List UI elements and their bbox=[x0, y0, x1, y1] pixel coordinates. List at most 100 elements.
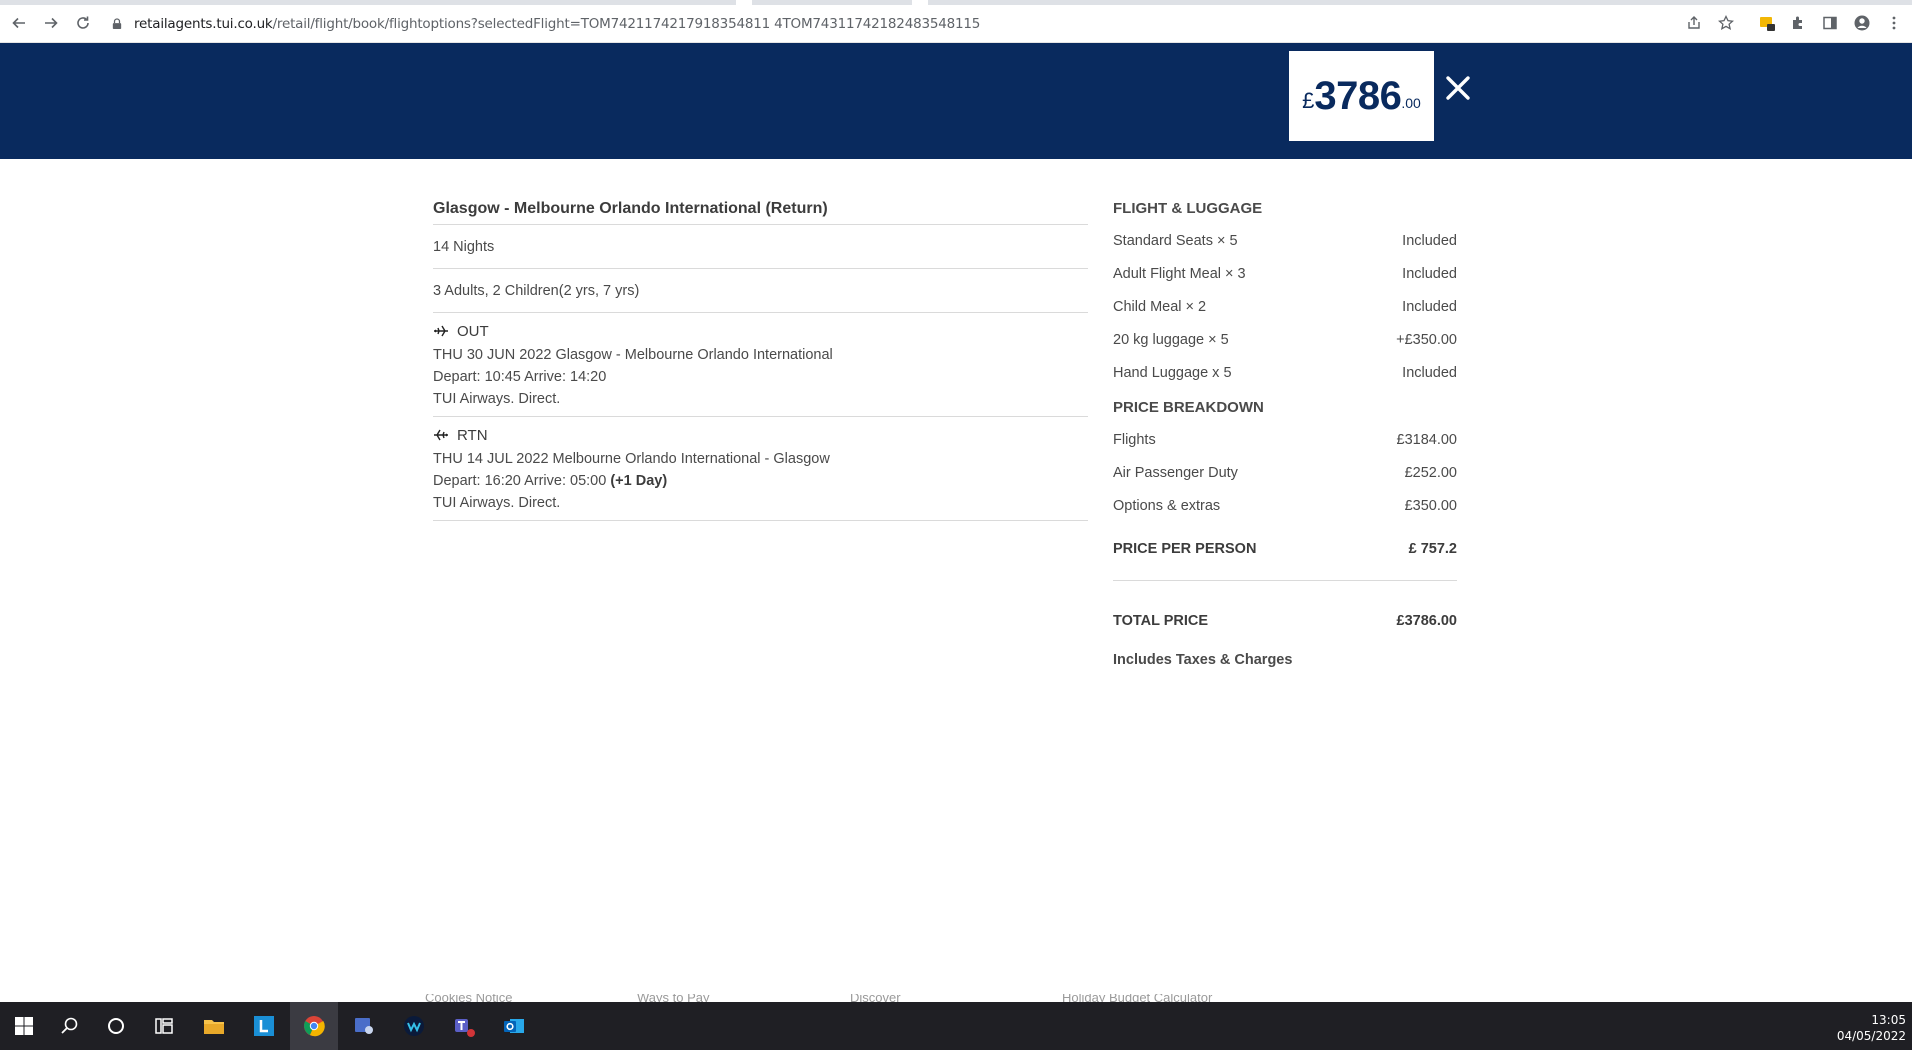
menu-button[interactable] bbox=[1883, 12, 1905, 34]
fl-item: Adult Flight Meal × 3 Included bbox=[1113, 258, 1457, 291]
fl-item: Child Meal × 2 Included bbox=[1113, 291, 1457, 324]
search-icon bbox=[61, 1017, 78, 1034]
close-button[interactable] bbox=[1443, 73, 1473, 103]
l-app-button[interactable] bbox=[240, 1002, 288, 1050]
flight-luggage-heading: FLIGHT & LUGGAGE bbox=[1113, 200, 1263, 217]
price-per-person: PRICE PER PERSON £ 757.2 bbox=[1113, 533, 1457, 566]
clock-time: 13:05 bbox=[1871, 1013, 1906, 1027]
pb-item-label: Flights bbox=[1113, 432, 1156, 448]
price-main: 3786 bbox=[1314, 73, 1402, 118]
out-route: THU 30 JUN 2022 Glasgow - Melbourne Orla… bbox=[433, 347, 833, 363]
task-view-button[interactable] bbox=[140, 1002, 188, 1050]
price-panel: FLIGHT & LUGGAGE Standard Seats × 5 Inclu… bbox=[1113, 193, 1457, 680]
extension-button[interactable] bbox=[1756, 12, 1778, 34]
fl-item-label: Child Meal × 2 bbox=[1113, 299, 1207, 315]
booking-summary: Glasgow - Melbourne Orlando Internationa… bbox=[433, 193, 1088, 521]
side-panel-button[interactable] bbox=[1819, 12, 1841, 34]
address-bar[interactable]: retailagents.tui.co.uk/retail/flight/boo… bbox=[112, 14, 980, 34]
bookmark-button[interactable] bbox=[1715, 12, 1737, 34]
rtn-label: RTN bbox=[457, 426, 488, 444]
fl-item-label: 20 kg luggage × 5 bbox=[1113, 332, 1229, 348]
pb-item-value: £252.00 bbox=[1404, 465, 1457, 481]
app-icon bbox=[355, 1018, 373, 1034]
next-day-badge: (+1 Day) bbox=[610, 473, 668, 489]
pb-item-label: Air Passenger Duty bbox=[1113, 465, 1238, 481]
fl-item-value: Included bbox=[1402, 266, 1457, 282]
out-carrier: TUI Airways. Direct. bbox=[433, 391, 561, 407]
rtn-times-text: Depart: 16:20 Arrive: 05:00 bbox=[433, 473, 607, 489]
nights: 14 Nights bbox=[433, 225, 1088, 269]
system-clock[interactable]: 13:05 04/05/2022 bbox=[1837, 1012, 1906, 1044]
l-app-icon bbox=[254, 1016, 274, 1036]
chrome-button[interactable] bbox=[290, 1002, 338, 1050]
app-button[interactable] bbox=[340, 1002, 388, 1050]
extension-badge-icon bbox=[1760, 17, 1775, 31]
avatar-icon bbox=[1854, 15, 1870, 31]
fl-item-value: Included bbox=[1402, 299, 1457, 315]
start-button[interactable] bbox=[0, 1002, 48, 1050]
pb-item: Air Passenger Duty £252.00 bbox=[1113, 457, 1457, 490]
side-panel-icon bbox=[1823, 16, 1837, 30]
fl-item-label: Hand Luggage x 5 bbox=[1113, 365, 1232, 381]
back-button[interactable] bbox=[8, 12, 30, 34]
close-icon bbox=[1446, 76, 1470, 100]
tab-strip bbox=[928, 0, 1912, 5]
return-leg: RTN THU 14 JUL 2022 Melbourne Orlando In… bbox=[433, 417, 1088, 521]
footer-link[interactable]: Holiday Budget Calculator bbox=[1062, 994, 1212, 1002]
fl-item-value: +£350.00 bbox=[1396, 332, 1457, 348]
arrow-right-icon bbox=[45, 17, 58, 29]
kebab-menu-icon bbox=[1892, 16, 1896, 30]
total-value: £3786.00 bbox=[1396, 613, 1457, 629]
taskbar-search[interactable] bbox=[46, 1002, 94, 1050]
total-price: TOTAL PRICE £3786.00 bbox=[1113, 605, 1457, 638]
plane-depart-icon bbox=[434, 325, 448, 337]
task-view-icon bbox=[155, 1018, 173, 1034]
out-label: OUT bbox=[457, 322, 489, 340]
fl-item-label: Adult Flight Meal × 3 bbox=[1113, 266, 1246, 282]
outbound-leg: OUT THU 30 JUN 2022 Glasgow - Melbourne … bbox=[433, 313, 1088, 417]
out-times: Depart: 10:45 Arrive: 14:20 bbox=[433, 369, 607, 385]
pb-item-label: Options & extras bbox=[1113, 498, 1221, 514]
footer-link[interactable]: Cookies Notice bbox=[425, 994, 512, 1002]
extensions-button[interactable] bbox=[1787, 12, 1809, 34]
total-label: TOTAL PRICE bbox=[1113, 613, 1209, 629]
url-domain: retailagents.tui.co.uk bbox=[134, 16, 273, 32]
folder-icon bbox=[204, 1020, 224, 1034]
lock-icon bbox=[112, 17, 124, 31]
chrome-icon bbox=[304, 1016, 325, 1037]
footer-link[interactable]: Discover bbox=[850, 994, 901, 1002]
fl-item: 20 kg luggage × 5 +£350.00 bbox=[1113, 324, 1457, 357]
tab-strip bbox=[0, 0, 736, 5]
teams-icon bbox=[455, 1019, 475, 1037]
cortana-button[interactable] bbox=[92, 1002, 140, 1050]
file-explorer-button[interactable] bbox=[190, 1002, 238, 1050]
teams-button[interactable] bbox=[440, 1002, 488, 1050]
profile-button[interactable] bbox=[1851, 12, 1873, 34]
fl-item: Hand Luggage x 5 Included bbox=[1113, 357, 1457, 390]
clock-date: 04/05/2022 bbox=[1836, 1029, 1906, 1043]
price-breakdown-heading: PRICE BREAKDOWN bbox=[1113, 399, 1264, 416]
per-person-value: £ 757.2 bbox=[1408, 541, 1457, 557]
webex-button[interactable] bbox=[390, 1002, 438, 1050]
pb-item-value: £3184.00 bbox=[1396, 432, 1457, 448]
reload-button[interactable] bbox=[72, 12, 94, 34]
route-title: Glasgow - Melbourne Orlando Internationa… bbox=[433, 193, 1088, 225]
footer-links: Cookies Notice Ways to Pay Discover Holi… bbox=[0, 994, 1912, 1002]
url-text: retailagents.tui.co.uk/retail/flight/boo… bbox=[134, 16, 980, 32]
rtn-route: THU 14 JUL 2022 Melbourne Orlando Intern… bbox=[433, 451, 830, 467]
tab-strip bbox=[752, 0, 912, 5]
fl-item-value: Included bbox=[1402, 233, 1457, 249]
price-decimals: .00 bbox=[1401, 95, 1421, 111]
outlook-button[interactable] bbox=[490, 1002, 538, 1050]
footer-link[interactable]: Ways to Pay bbox=[637, 994, 709, 1002]
star-icon bbox=[1718, 15, 1734, 30]
divider bbox=[1113, 580, 1457, 581]
share-button[interactable] bbox=[1683, 12, 1705, 34]
forward-button[interactable] bbox=[40, 12, 62, 34]
includes-note: Includes Taxes & Charges bbox=[1113, 652, 1293, 668]
rtn-times: Depart: 16:20 Arrive: 05:00 (+1 Day) bbox=[433, 470, 1088, 492]
fl-item-label: Standard Seats × 5 bbox=[1113, 233, 1238, 249]
total-price-box: £ 3786 .00 bbox=[1289, 51, 1434, 141]
reload-icon bbox=[77, 16, 89, 29]
pb-item: Options & extras £350.00 bbox=[1113, 490, 1457, 523]
